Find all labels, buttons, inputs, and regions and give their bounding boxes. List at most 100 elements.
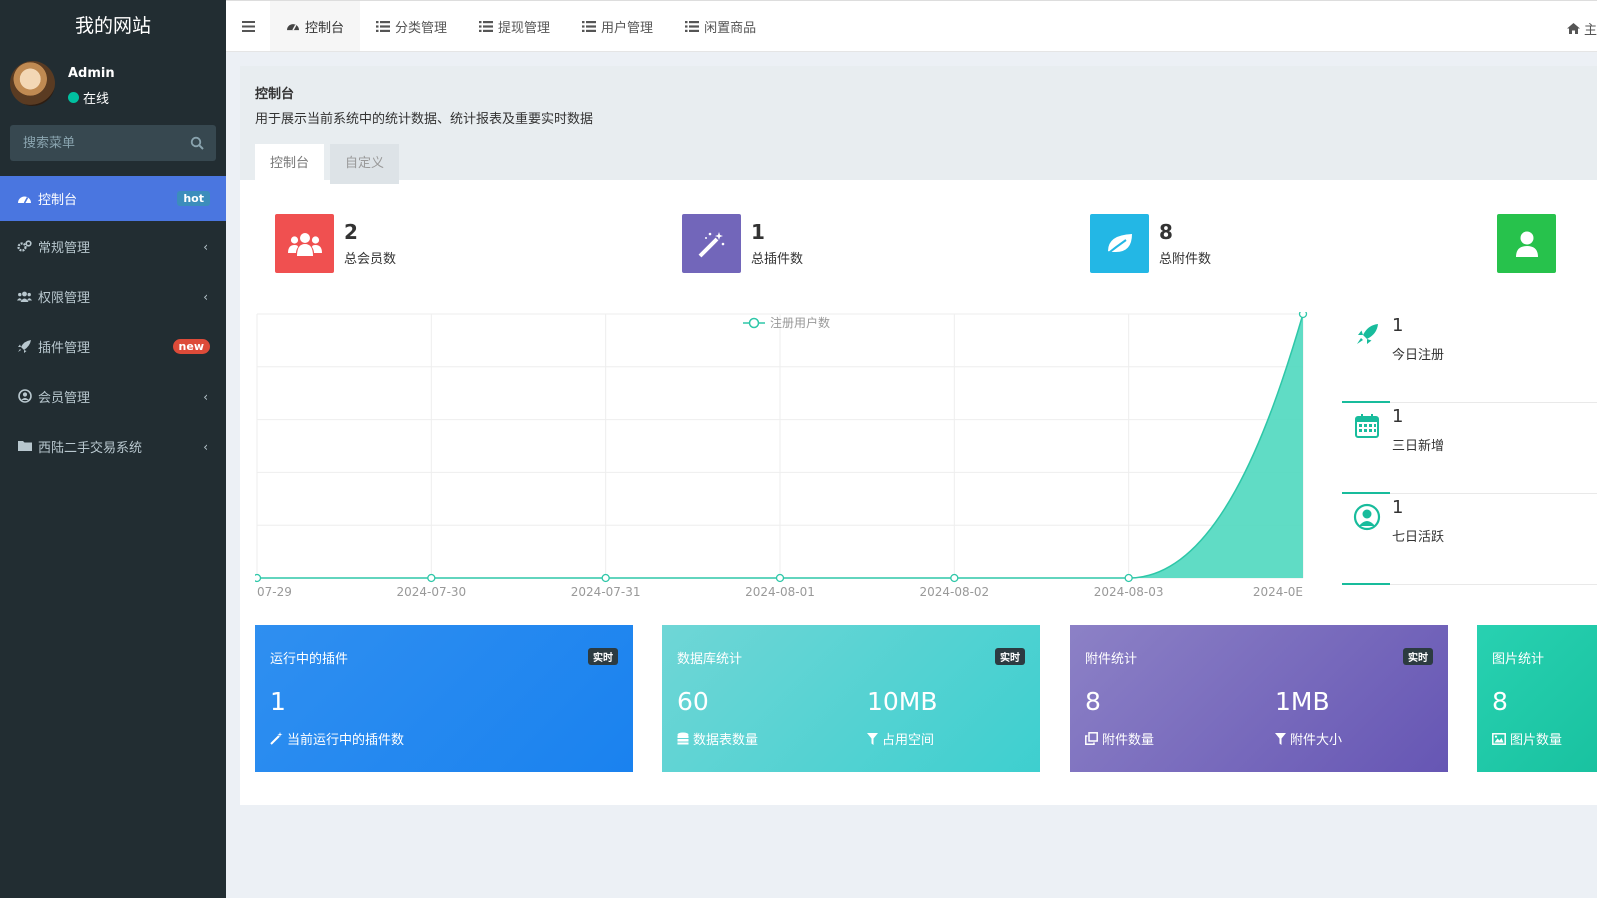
card-sub-label: 占用空间 [882,733,935,748]
card-title: 运行中的插件 [270,652,349,667]
image-icon [1492,732,1506,745]
chevron-left-icon: ‹ [203,440,208,454]
clone-icon [1085,732,1098,745]
card-sub-label: 附件数量 [1102,733,1155,748]
user-circle-icon [1353,503,1381,531]
summary-cards: 运行中的插件 实时 1 当前运行中的插件数 数据库统计 实时 60 数据表数量 … [255,625,1597,773]
side-stat-label: 三日新增 [1392,439,1445,454]
chart-data-point [601,573,610,583]
home-link[interactable]: 主 [1566,19,1597,38]
chart-data-point [427,573,436,583]
chevron-left-icon: ‹ [203,240,208,254]
stats-row: 2 总会员数 1 总插件数 8 总附件数 [275,214,1597,274]
card-sub-label: 数据表数量 [693,733,759,748]
card-value: 1 [270,687,286,716]
sidebar: 我的网站 Admin 在线 控制台 hot 常规管理 ‹ [0,0,226,898]
sidebar-item-label: 控制台 [38,193,78,208]
card-title: 图片统计 [1492,652,1545,667]
home-icon [1566,23,1580,34]
side-stat-value: 1 [1392,497,1404,518]
stat-value: 8 [1159,220,1173,244]
tab-user-management[interactable]: 用户管理 [566,1,669,51]
x-axis-tick-label: 07-29 [257,585,292,599]
sidebar-item-permission[interactable]: 权限管理 ‹ [0,271,226,321]
stat-label: 总附件数 [1159,252,1212,267]
sidebar-item-dashboard[interactable]: 控制台 hot [0,176,226,221]
side-stat-label: 七日活跃 [1392,530,1445,545]
stat-users [1497,214,1556,273]
calendar-icon [1355,414,1379,438]
x-axis-tick-label: 2024-08-02 [919,585,989,599]
home-label: 主 [1583,23,1597,38]
tab-dashboard[interactable]: 控制台 [270,1,361,51]
new-badge: new [172,338,210,354]
card-value: 8 [1492,687,1508,716]
sidebar-item-label: 常规管理 [38,240,91,256]
sidebar-item-xilu-market[interactable]: 西陆二手交易系统 ‹ [0,421,226,471]
sidebar-toggle-button[interactable] [226,1,270,51]
chevron-left-icon: ‹ [203,290,208,304]
sidebar-item-label: 权限管理 [38,290,91,306]
cogs-icon [17,239,32,254]
card-value: 8 [1085,687,1101,716]
side-stats: 1 今日注册 1 三日新增 1 七日活跃 [1342,312,1597,585]
search-box [10,125,216,161]
folder-icon [17,439,32,454]
sidebar-item-label: 会员管理 [38,390,91,406]
card-sub-label: 当前运行中的插件数 [287,733,405,748]
leaf-icon [1090,214,1149,273]
side-stat-value: 1 [1392,406,1404,427]
filter-icon [867,732,878,745]
card-value-secondary: 1MB [1275,687,1330,716]
card-sub-label: 附件大小 [1290,733,1343,748]
side-stat-underline [1342,583,1390,585]
stat-label: 总会员数 [344,252,397,267]
x-axis-tick-label: 2024-07-31 [571,585,641,599]
tab-idle-goods[interactable]: 闲置商品 [669,1,772,51]
magic-icon [682,214,741,273]
stat-label: 总插件数 [751,252,804,267]
rocket-icon [17,339,32,354]
realtime-badge: 实时 [1403,648,1433,665]
search-icon[interactable] [190,136,204,150]
card-sub-secondary: 附件大小 [1275,729,1342,748]
brand-logo[interactable]: 我的网站 [0,0,226,52]
stat-value: 2 [344,220,358,244]
sidebar-item-general[interactable]: 常规管理 ‹ [0,221,226,271]
realtime-badge: 实时 [588,648,618,665]
subtab-custom[interactable]: 自定义 [330,144,400,184]
card-attachment-stats: 附件统计 实时 8 附件数量 1MB 附件大小 [1070,625,1448,772]
tab-category-management[interactable]: 分类管理 [360,1,463,51]
sidebar-item-label: 西陆二手交易系统 [38,440,143,456]
avatar [10,61,55,106]
list-icon [479,20,494,32]
top-navbar: 控制台 分类管理 提现管理 用户管理 闲置商品 主 [226,0,1597,52]
list-icon [376,20,391,32]
chart-data-point [775,573,785,583]
card-value-secondary: 10MB [867,687,938,716]
registration-chart: 07-29 2024-07-30 2024-07-31 2024-08-01 2024-… [252,309,1315,602]
sidebar-item-label: 插件管理 [38,340,91,356]
users-icon [275,214,334,273]
chart-data-point [1298,309,1308,319]
card-sub-label: 图片数量 [1510,733,1563,748]
dashboard-icon [287,24,299,31]
dashboard-icon [17,191,32,206]
stat-total-plugins: 1 总插件数 [682,214,803,273]
chevron-left-icon: ‹ [203,390,208,404]
tab-withdraw-management[interactable]: 提现管理 [463,1,566,51]
user-status-label: 在线 [83,92,110,107]
subtab-dashboard[interactable]: 控制台 [255,144,325,184]
page-description: 用于展示当前系统中的统计数据、统计报表及重要实时数据 [255,112,594,127]
hamburger-icon [241,20,255,32]
card-value: 60 [677,687,709,716]
card-title: 附件统计 [1085,652,1138,667]
tab-label: 用户管理 [601,20,654,36]
sidebar-item-members[interactable]: 会员管理 ‹ [0,371,226,421]
stat-total-attachments: 8 总附件数 [1090,214,1211,273]
search-input[interactable] [10,125,180,161]
x-axis-tick-label: 2024-0E [1253,585,1303,599]
chart-data-point [950,573,959,583]
user-name: Admin [68,66,115,81]
sidebar-item-plugins[interactable]: 插件管理 new [0,321,226,371]
